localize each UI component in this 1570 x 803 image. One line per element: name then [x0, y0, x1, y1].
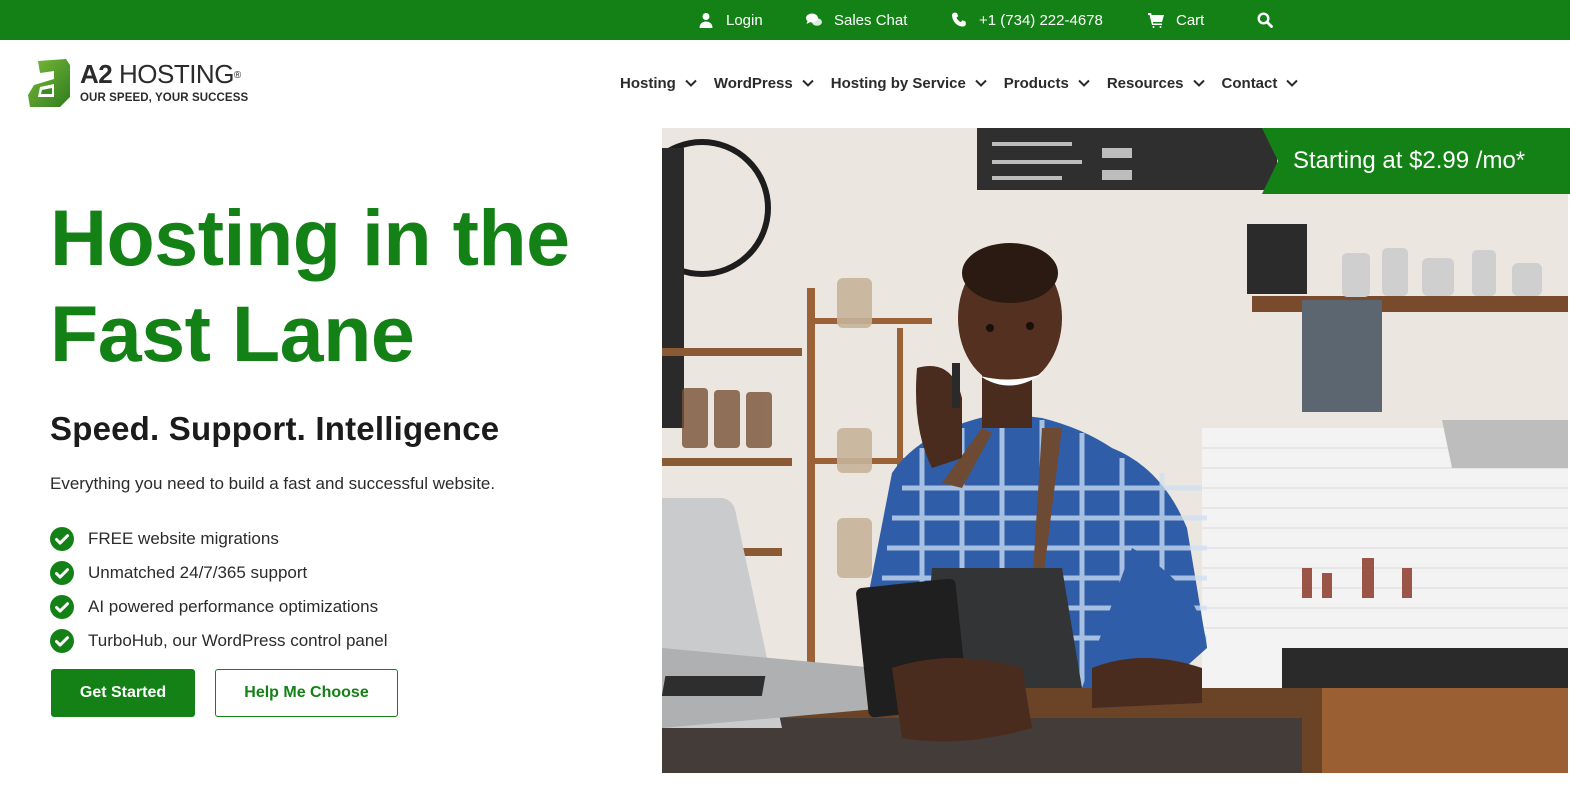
search-icon: [1257, 12, 1273, 28]
a2-logo-mark-icon: [28, 59, 70, 107]
nav-products[interactable]: Products: [1004, 75, 1090, 92]
help-me-choose-button[interactable]: Help Me Choose: [215, 669, 398, 717]
chevron-down-icon: [1286, 79, 1299, 87]
phone-icon: [952, 12, 966, 27]
cart-icon: [1148, 13, 1164, 28]
feature-text: Unmatched 24/7/365 support: [88, 563, 308, 582]
feature-text: FREE website migrations: [88, 529, 279, 548]
hero-title-line-1: Hosting in the: [50, 193, 570, 282]
nav-resources[interactable]: Resources: [1107, 75, 1205, 92]
check-circle-icon: [50, 561, 74, 585]
cart-link[interactable]: Cart: [1148, 0, 1204, 40]
cart-label: Cart: [1176, 11, 1205, 29]
feature-item: AI powered performance optimizations: [50, 590, 388, 624]
sales-chat-label: Sales Chat: [834, 11, 908, 29]
login-label: Login: [726, 11, 763, 29]
a2-hosting-logo[interactable]: A2 HOSTING® OUR SPEED, YOUR SUCCESS: [26, 56, 266, 110]
chevron-down-icon: [1078, 79, 1090, 87]
logo-tagline: OUR SPEED, YOUR SUCCESS: [80, 92, 249, 105]
check-circle-icon: [50, 629, 74, 653]
chevron-down-icon: [1192, 79, 1205, 87]
hero-description: Everything you need to build a fast and …: [50, 474, 496, 493]
hero-photo-illustration: [662, 128, 1568, 773]
feature-item: TurboHub, our WordPress control panel: [50, 624, 388, 658]
feature-item: Unmatched 24/7/365 support: [50, 556, 388, 590]
check-circle-icon: [50, 527, 74, 551]
nav-hosting[interactable]: Hosting: [620, 75, 697, 92]
hero-title-line-2: Fast Lane: [50, 289, 415, 378]
chevron-down-icon: [685, 79, 697, 87]
nav-hosting-by-service[interactable]: Hosting by Service: [831, 75, 987, 92]
check-circle-icon: [50, 595, 74, 619]
user-icon: [699, 13, 713, 28]
price-badge: Starting at $2.99 /mo*: [1262, 128, 1570, 194]
feature-text: AI powered performance optimizations: [88, 597, 379, 616]
nav-wordpress[interactable]: WordPress: [714, 75, 814, 92]
hero-image: [662, 128, 1568, 773]
get-started-button[interactable]: Get Started: [51, 669, 195, 717]
chevron-down-icon: [802, 79, 814, 87]
chat-icon: [806, 13, 822, 26]
feature-list: FREE website migrations Unmatched 24/7/3…: [50, 522, 388, 658]
phone-link[interactable]: +1 (734) 222-4678: [951, 0, 1103, 40]
hero-subtitle: Speed. Support. Intelligence: [50, 410, 500, 447]
nav-contact[interactable]: Contact: [1222, 75, 1299, 92]
phone-number: +1 (734) 222-4678: [979, 11, 1103, 29]
feature-text: TurboHub, our WordPress control panel: [88, 631, 388, 650]
chevron-down-icon: [975, 79, 987, 87]
search-button[interactable]: [1257, 0, 1273, 40]
logo-wordmark: A2 HOSTING®: [80, 58, 241, 89]
hero-title: Hosting in the Fast Lane: [50, 190, 650, 382]
sales-chat-link[interactable]: Sales Chat: [806, 0, 907, 40]
top-utility-bar: Login Sales Chat +1 (734) 222-4678 Cart: [0, 0, 1570, 40]
main-navigation: Hosting WordPress Hosting by Service Pro…: [620, 66, 1315, 100]
feature-item: FREE website migrations: [50, 522, 388, 556]
login-link[interactable]: Login: [698, 0, 763, 40]
